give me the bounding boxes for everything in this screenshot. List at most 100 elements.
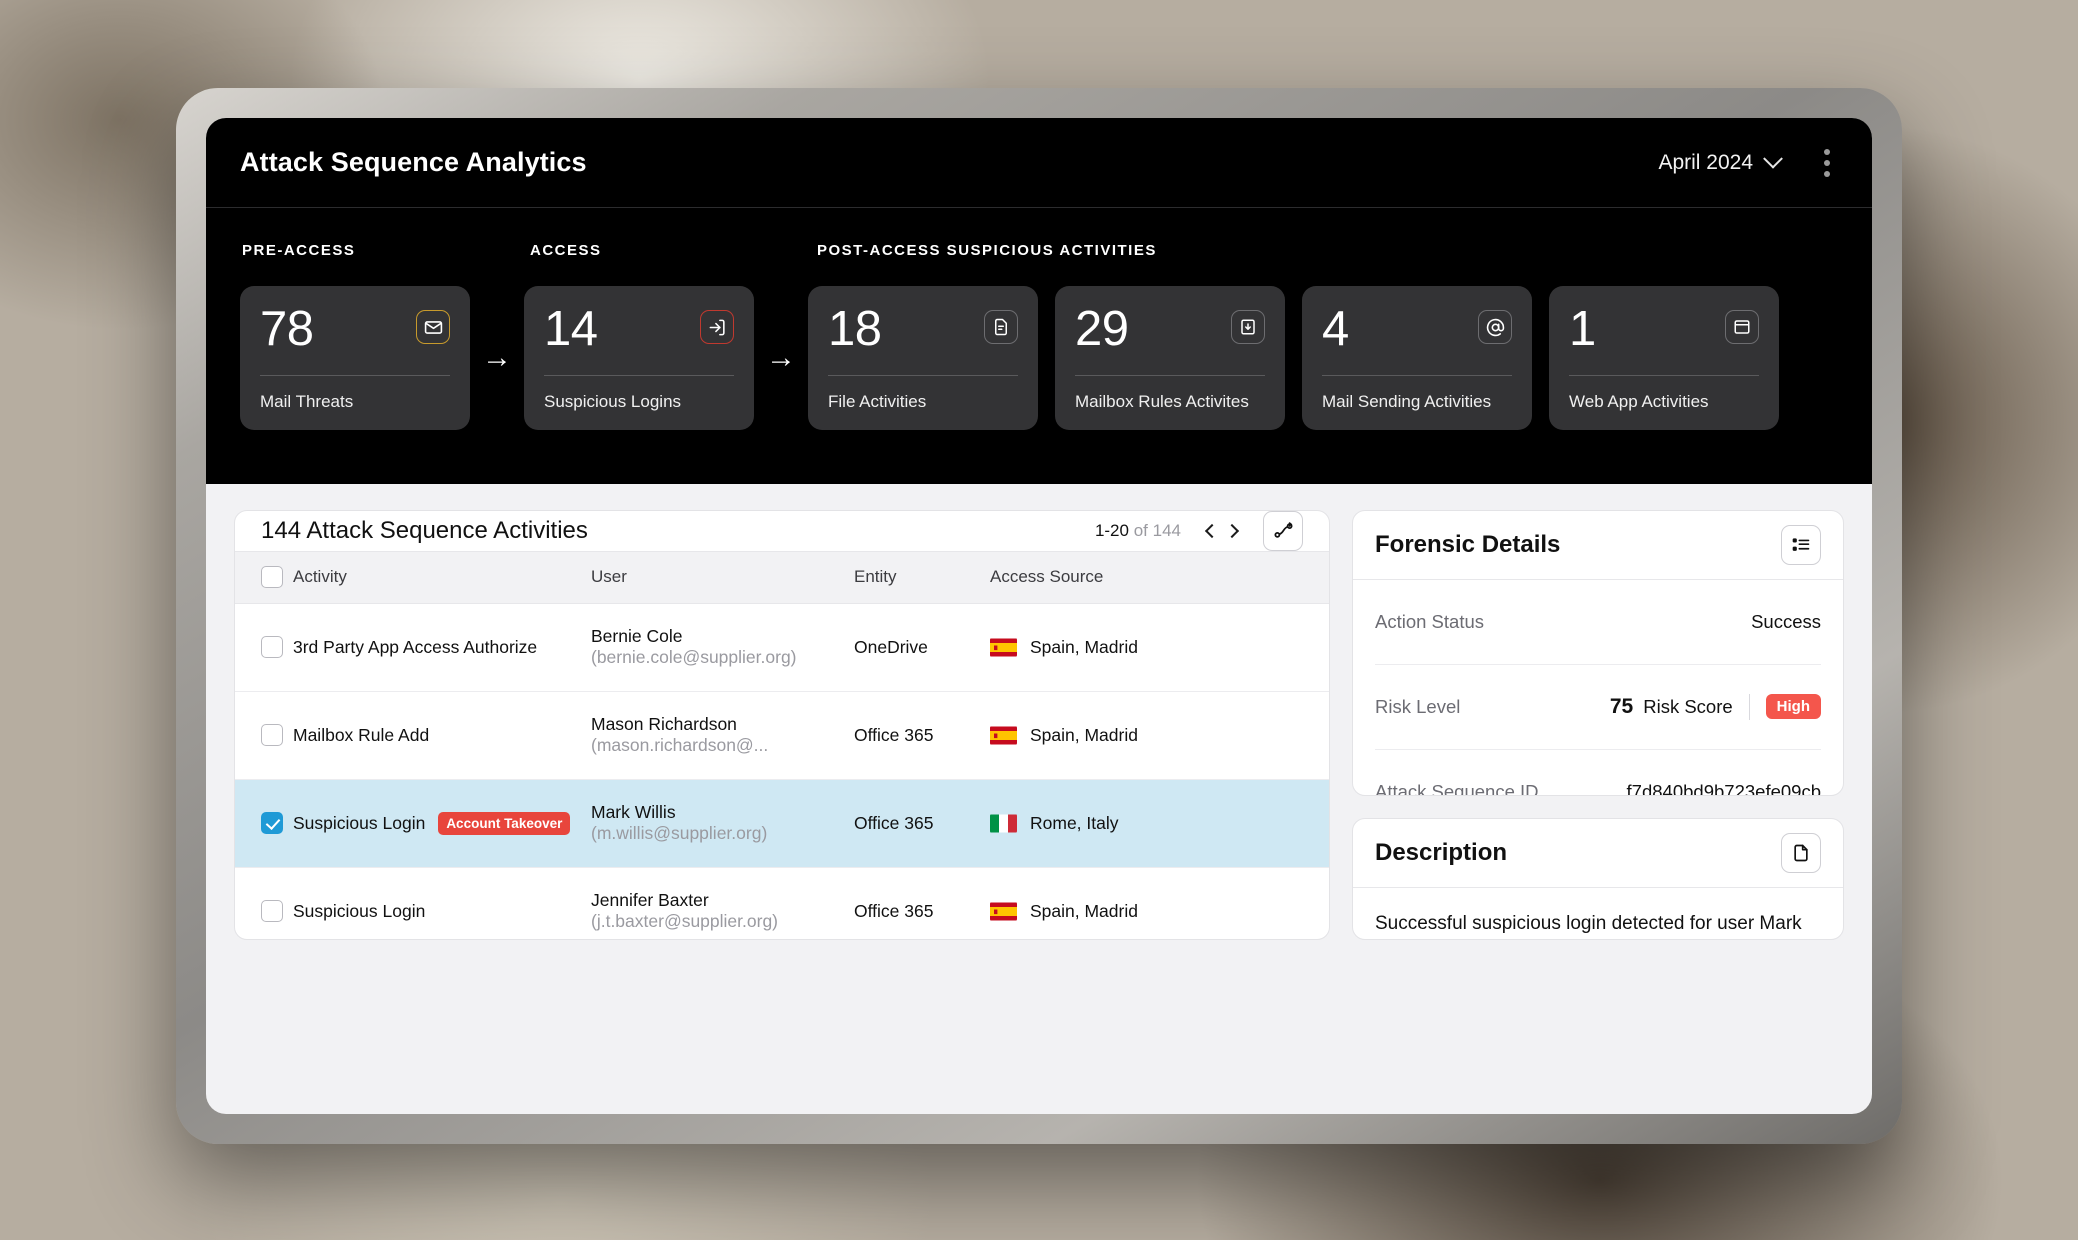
column-header-entity[interactable]: Entity xyxy=(854,551,990,603)
access-source-location: Spain, Madrid xyxy=(1030,637,1138,658)
access-source-location: Rome, Italy xyxy=(1030,813,1119,834)
app-header: Attack Sequence Analytics April 2024 xyxy=(206,118,1872,208)
status-badge: Account Takeover xyxy=(438,812,570,835)
divider xyxy=(260,375,450,376)
stat-label: Mail Threats xyxy=(260,392,450,412)
file-lines-icon xyxy=(984,310,1018,344)
stat-card-mail-sending[interactable]: 4 Mail Sending Activities xyxy=(1302,286,1532,430)
detail-key: Attack Sequence ID xyxy=(1375,781,1539,796)
risk-score-value: 75 xyxy=(1610,695,1633,719)
flag-icon-es xyxy=(990,902,1017,921)
attack-funnel: PRE-ACCESS ACCESS POST-ACCESS SUSPICIOUS… xyxy=(206,208,1872,484)
forensic-details-panel: Forensic Details Action Status Success R… xyxy=(1352,510,1844,796)
activities-table: Activity User Entity Access Source 3rd P… xyxy=(235,551,1329,940)
forensic-details-title: Forensic Details xyxy=(1375,531,1560,559)
stat-label: File Activities xyxy=(828,392,1018,412)
document-icon[interactable] xyxy=(1781,833,1821,873)
column-header-access-source[interactable]: Access Source xyxy=(990,551,1329,603)
row-checkbox[interactable] xyxy=(261,900,283,922)
login-arrow-icon xyxy=(700,310,734,344)
divider xyxy=(1569,375,1759,376)
pagination-of: of xyxy=(1134,521,1148,540)
pagination-total: 144 xyxy=(1153,521,1181,540)
user-email: (m.willis@supplier.org) xyxy=(591,823,767,843)
activity-name: 3rd Party App Access Authorize xyxy=(293,637,537,658)
details-sidebar: Forensic Details Action Status Success R… xyxy=(1352,510,1844,940)
entity-value: Office 365 xyxy=(854,691,990,779)
stat-value: 1 xyxy=(1569,306,1596,353)
stat-label: Suspicious Logins xyxy=(544,392,734,412)
user-email: (j.t.baxter@supplier.org) xyxy=(591,911,778,931)
stat-value: 18 xyxy=(828,306,882,353)
stat-card-file-activities[interactable]: 18 File Activities xyxy=(808,286,1038,430)
mail-icon xyxy=(416,310,450,344)
app-window: Attack Sequence Analytics April 2024 PRE… xyxy=(206,118,1872,1114)
detail-value: Success xyxy=(1751,611,1821,633)
stat-value: 29 xyxy=(1075,306,1129,353)
stat-card-mailbox-rules[interactable]: 29 Mailbox Rules Activites xyxy=(1055,286,1285,430)
header-actions: April 2024 xyxy=(1658,143,1840,183)
column-header-user[interactable]: User xyxy=(591,551,854,603)
row-checkbox[interactable] xyxy=(261,636,283,658)
entity-value: Office 365 xyxy=(854,779,990,867)
dark-section: Attack Sequence Analytics April 2024 PRE… xyxy=(206,118,1872,484)
pagination-controls[interactable] xyxy=(1207,526,1237,536)
stat-label: Web App Activities xyxy=(1569,392,1759,412)
funnel-arrow-2: → xyxy=(754,286,808,430)
stage-labels: PRE-ACCESS ACCESS POST-ACCESS SUSPICIOUS… xyxy=(240,242,1838,270)
device-frame: Attack Sequence Analytics April 2024 PRE… xyxy=(176,88,1902,1144)
inbox-download-icon xyxy=(1231,310,1265,344)
detail-row-action-status: Action Status Success xyxy=(1375,580,1821,665)
detail-row-risk-level: Risk Level 75 Risk Score High xyxy=(1375,665,1821,750)
stat-value: 14 xyxy=(544,306,598,353)
flag-icon-it xyxy=(990,814,1017,833)
detail-key: Action Status xyxy=(1375,611,1484,633)
at-sign-icon xyxy=(1478,310,1512,344)
access-source-location: Spain, Madrid xyxy=(1030,725,1138,746)
stat-card-suspicious-logins[interactable]: 14 Suspicious Logins xyxy=(524,286,754,430)
chevron-left-icon[interactable] xyxy=(1205,523,1219,537)
stat-value: 78 xyxy=(260,306,314,353)
entity-value: Office 365 xyxy=(854,867,990,940)
list-details-icon[interactable] xyxy=(1781,525,1821,565)
access-source-location: Spain, Madrid xyxy=(1030,901,1138,922)
kebab-menu-icon[interactable] xyxy=(1814,143,1840,183)
user-email: (bernie.cole@supplier.org) xyxy=(591,647,797,667)
row-checkbox[interactable] xyxy=(261,812,283,834)
flag-icon-es xyxy=(990,726,1017,745)
pagination-range: 1-20 xyxy=(1095,521,1129,540)
table-header-row: Activity User Entity Access Source xyxy=(235,551,1329,603)
chevron-right-icon[interactable] xyxy=(1225,523,1239,537)
stat-card-web-app[interactable]: 1 Web App Activities xyxy=(1549,286,1779,430)
divider xyxy=(1749,694,1750,720)
chevron-down-icon xyxy=(1763,148,1783,168)
description-panel: Description Successful suspicious login … xyxy=(1352,818,1844,940)
table-row[interactable]: 3rd Party App Access Authorize Bernie Co… xyxy=(235,603,1329,691)
content-area: 144 Attack Sequence Activities 1-20 of 1… xyxy=(206,484,1872,940)
user-name: Bernie Cole xyxy=(591,626,682,646)
entity-value: OneDrive xyxy=(854,603,990,691)
page-title: Attack Sequence Analytics xyxy=(240,147,587,178)
table-header: 144 Attack Sequence Activities 1-20 of 1… xyxy=(235,511,1329,551)
table-row[interactable]: Mailbox Rule Add Mason Richardson (mason… xyxy=(235,691,1329,779)
stat-value: 4 xyxy=(1322,306,1349,353)
stat-cards-row: 78 Mail Threats → 14 xyxy=(240,286,1838,430)
select-all-checkbox[interactable] xyxy=(261,566,283,588)
activities-table-panel: 144 Attack Sequence Activities 1-20 of 1… xyxy=(234,510,1330,940)
funnel-arrow-1: → xyxy=(470,286,524,430)
row-checkbox[interactable] xyxy=(261,724,283,746)
table-row[interactable]: Suspicious Login Account Takeover Mark W… xyxy=(235,779,1329,867)
table-row[interactable]: Suspicious Login Jennifer Baxter (j.t.ba… xyxy=(235,867,1329,940)
divider xyxy=(1322,375,1512,376)
attack-path-button[interactable] xyxy=(1263,511,1303,551)
column-header-activity[interactable]: Activity xyxy=(293,551,591,603)
user-name: Jennifer Baxter xyxy=(591,890,709,910)
browser-icon xyxy=(1725,310,1759,344)
description-title: Description xyxy=(1375,839,1507,867)
divider xyxy=(1075,375,1265,376)
date-filter-label: April 2024 xyxy=(1658,151,1753,175)
stage-label-post-access: POST-ACCESS SUSPICIOUS ACTIVITIES xyxy=(817,242,1157,259)
activity-name: Mailbox Rule Add xyxy=(293,725,429,746)
date-filter-dropdown[interactable]: April 2024 xyxy=(1658,151,1780,175)
stat-card-mail-threats[interactable]: 78 Mail Threats xyxy=(240,286,470,430)
